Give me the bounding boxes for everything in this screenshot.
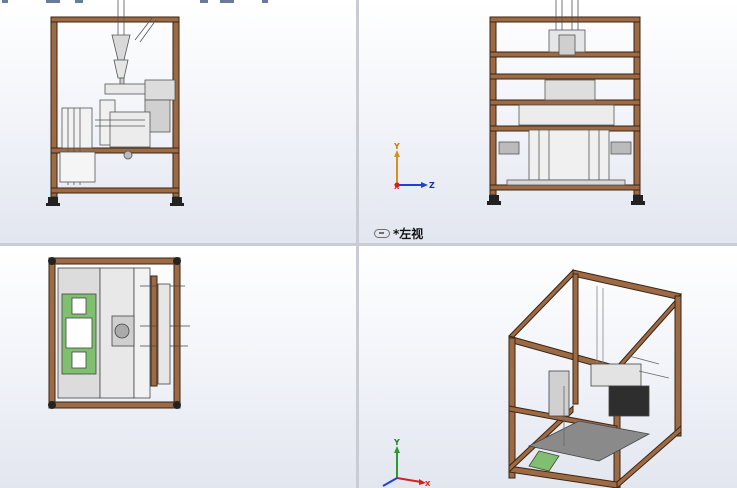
isometric-viewport[interactable]: Y X (359, 246, 737, 488)
left-viewport[interactable]: Y Z X *左视 (359, 0, 737, 243)
iso-triad-y-label: Y (393, 438, 400, 447)
view-link-icon[interactable] (374, 228, 390, 238)
coordinate-triad-icon: Y Z X (393, 142, 435, 191)
top-viewport[interactable] (0, 246, 356, 488)
triad-y-label: Y (393, 142, 400, 151)
front-viewport[interactable] (0, 0, 356, 243)
iso-triad-x-label: X (425, 480, 431, 488)
view-name-text: *左视 (393, 226, 424, 241)
top-view-drawing (48, 257, 190, 409)
viewport-divider-horizontal[interactable] (0, 243, 737, 246)
viewport-grid: Y Z X *左视 Y X (0, 0, 737, 488)
view-name-label: *左视 (374, 226, 424, 241)
triad-x-label: X (394, 183, 400, 191)
left-view-drawing: Y Z X (393, 0, 645, 205)
isometric-view-drawing: Y X (382, 268, 682, 488)
front-view-drawing (2, 0, 268, 206)
triad-z-label: Z (429, 181, 435, 190)
iso-coordinate-triad-icon: Y X (382, 438, 431, 488)
